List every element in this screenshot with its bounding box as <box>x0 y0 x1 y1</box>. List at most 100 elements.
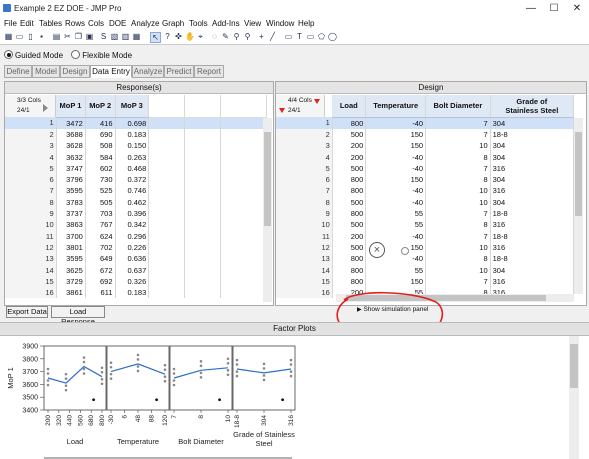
crosshair-icon[interactable]: ✜ <box>174 32 183 41</box>
table-cell[interactable]: 0.150 <box>115 140 150 152</box>
table-cell[interactable]: 10 <box>425 185 491 197</box>
table-cell[interactable]: 0.698 <box>115 117 150 129</box>
table-row[interactable]: 7 3595 525 0.746 <box>5 185 268 197</box>
row-number[interactable]: 5 <box>5 162 57 174</box>
table-cell[interactable]: 10 <box>425 196 491 208</box>
table-cell[interactable]: 304 <box>490 151 575 163</box>
row-number[interactable]: 6 <box>276 173 333 186</box>
row-number[interactable]: 11 <box>276 230 333 242</box>
table-row[interactable]: 15 800 150 7 316 <box>276 275 575 287</box>
row-number[interactable]: 2 <box>5 128 57 141</box>
empty-cell[interactable] <box>184 128 221 141</box>
table-cell[interactable]: 0.462 <box>115 196 150 208</box>
empty-cell[interactable] <box>184 275 221 287</box>
table-cell[interactable]: 316 <box>490 241 575 254</box>
empty-cell[interactable] <box>220 286 268 299</box>
table-row[interactable]: 1 3472 416 0.698 <box>5 117 268 129</box>
row-number[interactable]: 16 <box>5 286 57 299</box>
table-cell[interactable]: -40 <box>365 162 427 174</box>
empty-cell[interactable] <box>184 117 221 129</box>
table-row[interactable]: 13 800 -40 8 18-8 <box>276 253 575 265</box>
menu-view[interactable]: View <box>244 19 261 28</box>
open-folder-icon[interactable]: ▭ <box>15 32 24 41</box>
table-row[interactable]: 4 200 -40 8 304 <box>276 151 575 163</box>
row-number[interactable]: 7 <box>276 185 333 197</box>
minimize-button[interactable]: — <box>520 2 542 16</box>
row-number[interactable]: 13 <box>276 253 333 265</box>
table-cell[interactable]: 690 <box>85 128 116 141</box>
table-row[interactable]: 9 3737 703 0.396 <box>5 207 268 220</box>
row-number[interactable]: 14 <box>5 264 57 276</box>
export-data-button[interactable]: Export Data <box>6 306 48 318</box>
table-row[interactable]: 1 800 -40 7 304 <box>276 117 575 129</box>
table-cell[interactable]: 800 <box>332 207 367 220</box>
annotate-icon[interactable]: ▭ <box>284 32 293 41</box>
empty-cell[interactable] <box>184 207 221 220</box>
table-cell[interactable]: 304 <box>490 173 575 186</box>
row-number[interactable]: 13 <box>5 253 57 265</box>
table-cell[interactable]: 800 <box>332 185 367 197</box>
row-number[interactable]: 15 <box>5 275 57 287</box>
table-cell[interactable]: 0.396 <box>115 207 150 220</box>
empty-cell[interactable] <box>220 219 268 231</box>
table-cell[interactable]: 150 <box>365 128 427 141</box>
column-header[interactable]: MoP 3 <box>115 95 150 118</box>
table-cell[interactable]: 500 <box>332 128 367 141</box>
cut-icon[interactable]: ✂ <box>63 32 72 41</box>
table-cell[interactable]: 3472 <box>56 117 86 129</box>
tab-predict[interactable]: Predict <box>164 65 194 78</box>
table-cell[interactable]: 3628 <box>56 140 86 152</box>
row-number[interactable]: 6 <box>5 173 57 186</box>
table-cell[interactable]: 3783 <box>56 196 86 208</box>
table-cell[interactable]: 800 <box>332 117 367 129</box>
table-cell[interactable]: 3688 <box>56 128 86 141</box>
table-row[interactable]: 11 3700 624 0.296 <box>5 230 268 242</box>
tab-data-entry[interactable]: Data Entry <box>90 65 132 78</box>
row-number[interactable]: 5 <box>276 162 333 174</box>
table-row[interactable]: 8 500 -40 10 304 <box>276 196 575 208</box>
table-cell[interactable]: 304 <box>490 264 575 276</box>
factor-plots-scrollbar[interactable] <box>569 336 579 459</box>
paste-icon[interactable]: ▣ <box>85 32 94 41</box>
table-row[interactable]: 15 3729 692 0.326 <box>5 275 268 287</box>
table-cell[interactable]: -40 <box>365 230 427 242</box>
table-cell[interactable]: 7 <box>425 230 491 242</box>
menu-help[interactable]: Help <box>298 19 314 28</box>
empty-cell[interactable] <box>148 219 186 231</box>
empty-cell[interactable] <box>148 173 186 186</box>
table-row[interactable]: 3 200 150 10 304 <box>276 140 575 152</box>
table-cell[interactable]: 55 <box>365 264 427 276</box>
script-icon[interactable]: S <box>99 32 108 41</box>
menu-window[interactable]: Window <box>266 19 294 28</box>
ellipse-icon[interactable]: ◯ <box>328 32 337 41</box>
column-header[interactable]: Grade of Stainless Steel <box>490 95 575 118</box>
row-number[interactable]: 15 <box>276 275 333 287</box>
empty-cell[interactable] <box>148 253 186 265</box>
table-cell[interactable]: 0.263 <box>115 151 150 163</box>
empty-cell[interactable] <box>220 185 268 197</box>
table-cell[interactable]: 316 <box>490 275 575 287</box>
table-cell[interactable]: 508 <box>85 140 116 152</box>
table-cell[interactable]: 150 <box>365 173 427 186</box>
menu-graph[interactable]: Graph <box>162 19 184 28</box>
empty-cell[interactable] <box>184 230 221 242</box>
table-cell[interactable]: 500 <box>332 196 367 208</box>
table-cell[interactable]: 624 <box>85 230 116 242</box>
empty-cell[interactable] <box>184 185 221 197</box>
table-cell[interactable]: 304 <box>490 140 575 152</box>
empty-cell[interactable] <box>184 253 221 265</box>
journal-icon[interactable]: ▧ <box>110 32 119 41</box>
table-row[interactable]: 6 3796 730 0.372 <box>5 173 268 186</box>
table-cell[interactable]: 0.326 <box>115 275 150 287</box>
empty-cell[interactable] <box>148 196 186 208</box>
table-cell[interactable]: -40 <box>365 117 427 129</box>
print-icon[interactable]: ▤ <box>52 32 61 41</box>
empty-cell[interactable] <box>220 117 268 129</box>
empty-cell[interactable] <box>148 207 186 220</box>
table-row[interactable]: 12 500 150 10 316 <box>276 241 575 254</box>
empty-cell[interactable] <box>220 241 268 254</box>
table-cell[interactable]: 3861 <box>56 286 86 299</box>
copy-icon[interactable]: ❐ <box>74 32 83 41</box>
row-number[interactable]: 12 <box>276 241 333 254</box>
empty-cell[interactable] <box>184 286 221 299</box>
